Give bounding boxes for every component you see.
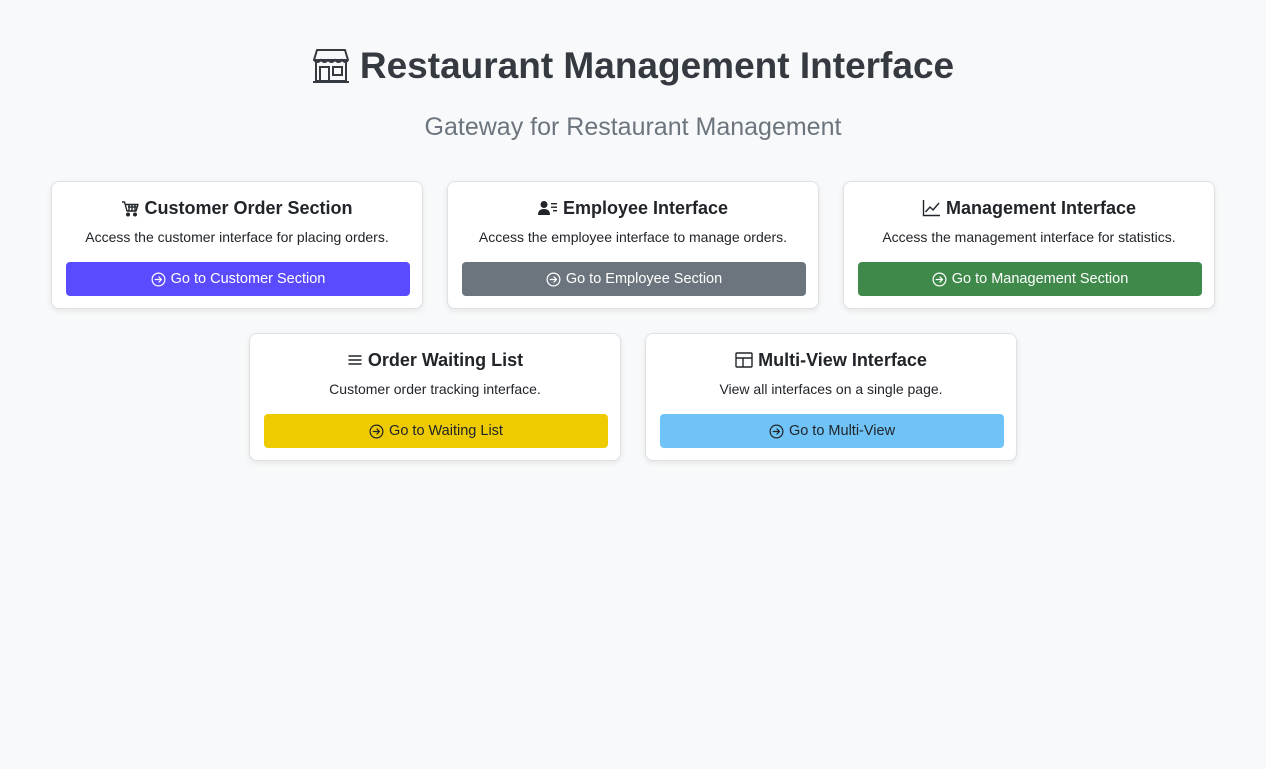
- button-label: Go to Management Section: [951, 271, 1129, 287]
- person-lines-icon: [537, 200, 558, 216]
- order-waiting-list-card: Order Waiting List Customer order tracki…: [249, 333, 621, 461]
- button-label: Go to Employee Section: [565, 271, 723, 287]
- page-header: Restaurant Management Interface Gateway …: [0, 40, 1266, 142]
- card-description: Access the customer interface for placin…: [85, 229, 389, 245]
- go-to-customer-section-button[interactable]: Go to Customer Section: [66, 262, 410, 296]
- go-to-waiting-list-button[interactable]: Go to Waiting List: [264, 414, 608, 448]
- card-description: View all interfaces on a single page.: [719, 381, 943, 397]
- shop-icon: [312, 48, 350, 84]
- card-title: Customer Order Section: [52, 196, 422, 220]
- arrow-right-circle-icon: [369, 424, 384, 439]
- customer-order-card: Customer Order Section Access the custom…: [51, 181, 423, 309]
- card-description: Customer order tracking interface.: [329, 381, 541, 397]
- page-title: Restaurant Management Interface: [312, 40, 954, 92]
- page-subtitle: Gateway for Restaurant Management: [424, 113, 842, 141]
- graph-up-icon: [922, 199, 941, 217]
- card-description: Access the management interface for stat…: [882, 229, 1176, 245]
- card-title: Employee Interface: [448, 196, 818, 220]
- page-title-text: Restaurant Management Interface: [359, 45, 955, 86]
- button-label: Go to Customer Section: [170, 271, 326, 287]
- cart-icon: [121, 200, 140, 217]
- arrow-right-circle-icon: [151, 272, 166, 287]
- button-label: Go to Waiting List: [389, 423, 503, 439]
- go-to-employee-section-button[interactable]: Go to Employee Section: [462, 262, 806, 296]
- layout-icon: [735, 352, 753, 368]
- card-title-text: Multi-View Interface: [758, 350, 927, 370]
- button-label: Go to Multi-View: [788, 423, 896, 439]
- arrow-right-circle-icon: [932, 272, 947, 287]
- arrow-right-circle-icon: [769, 424, 784, 439]
- go-to-multi-view-button[interactable]: Go to Multi-View: [660, 414, 1004, 448]
- card-title-text: Customer Order Section: [144, 198, 353, 218]
- card-description: Access the employee interface to manage …: [478, 229, 788, 245]
- card-title-text: Employee Interface: [562, 198, 729, 218]
- multi-view-interface-card: Multi-View Interface View all interfaces…: [645, 333, 1017, 461]
- list-icon: [347, 353, 363, 367]
- card-title: Management Interface: [844, 196, 1214, 220]
- management-interface-card: Management Interface Access the manageme…: [843, 181, 1215, 309]
- card-title-text: Order Waiting List: [367, 350, 524, 370]
- arrow-right-circle-icon: [546, 272, 561, 287]
- card-title: Multi-View Interface: [646, 348, 1016, 372]
- go-to-management-section-button[interactable]: Go to Management Section: [858, 262, 1202, 296]
- card-title: Order Waiting List: [250, 348, 620, 372]
- card-title-text: Management Interface: [945, 198, 1137, 218]
- employee-interface-card: Employee Interface Access the employee i…: [447, 181, 819, 309]
